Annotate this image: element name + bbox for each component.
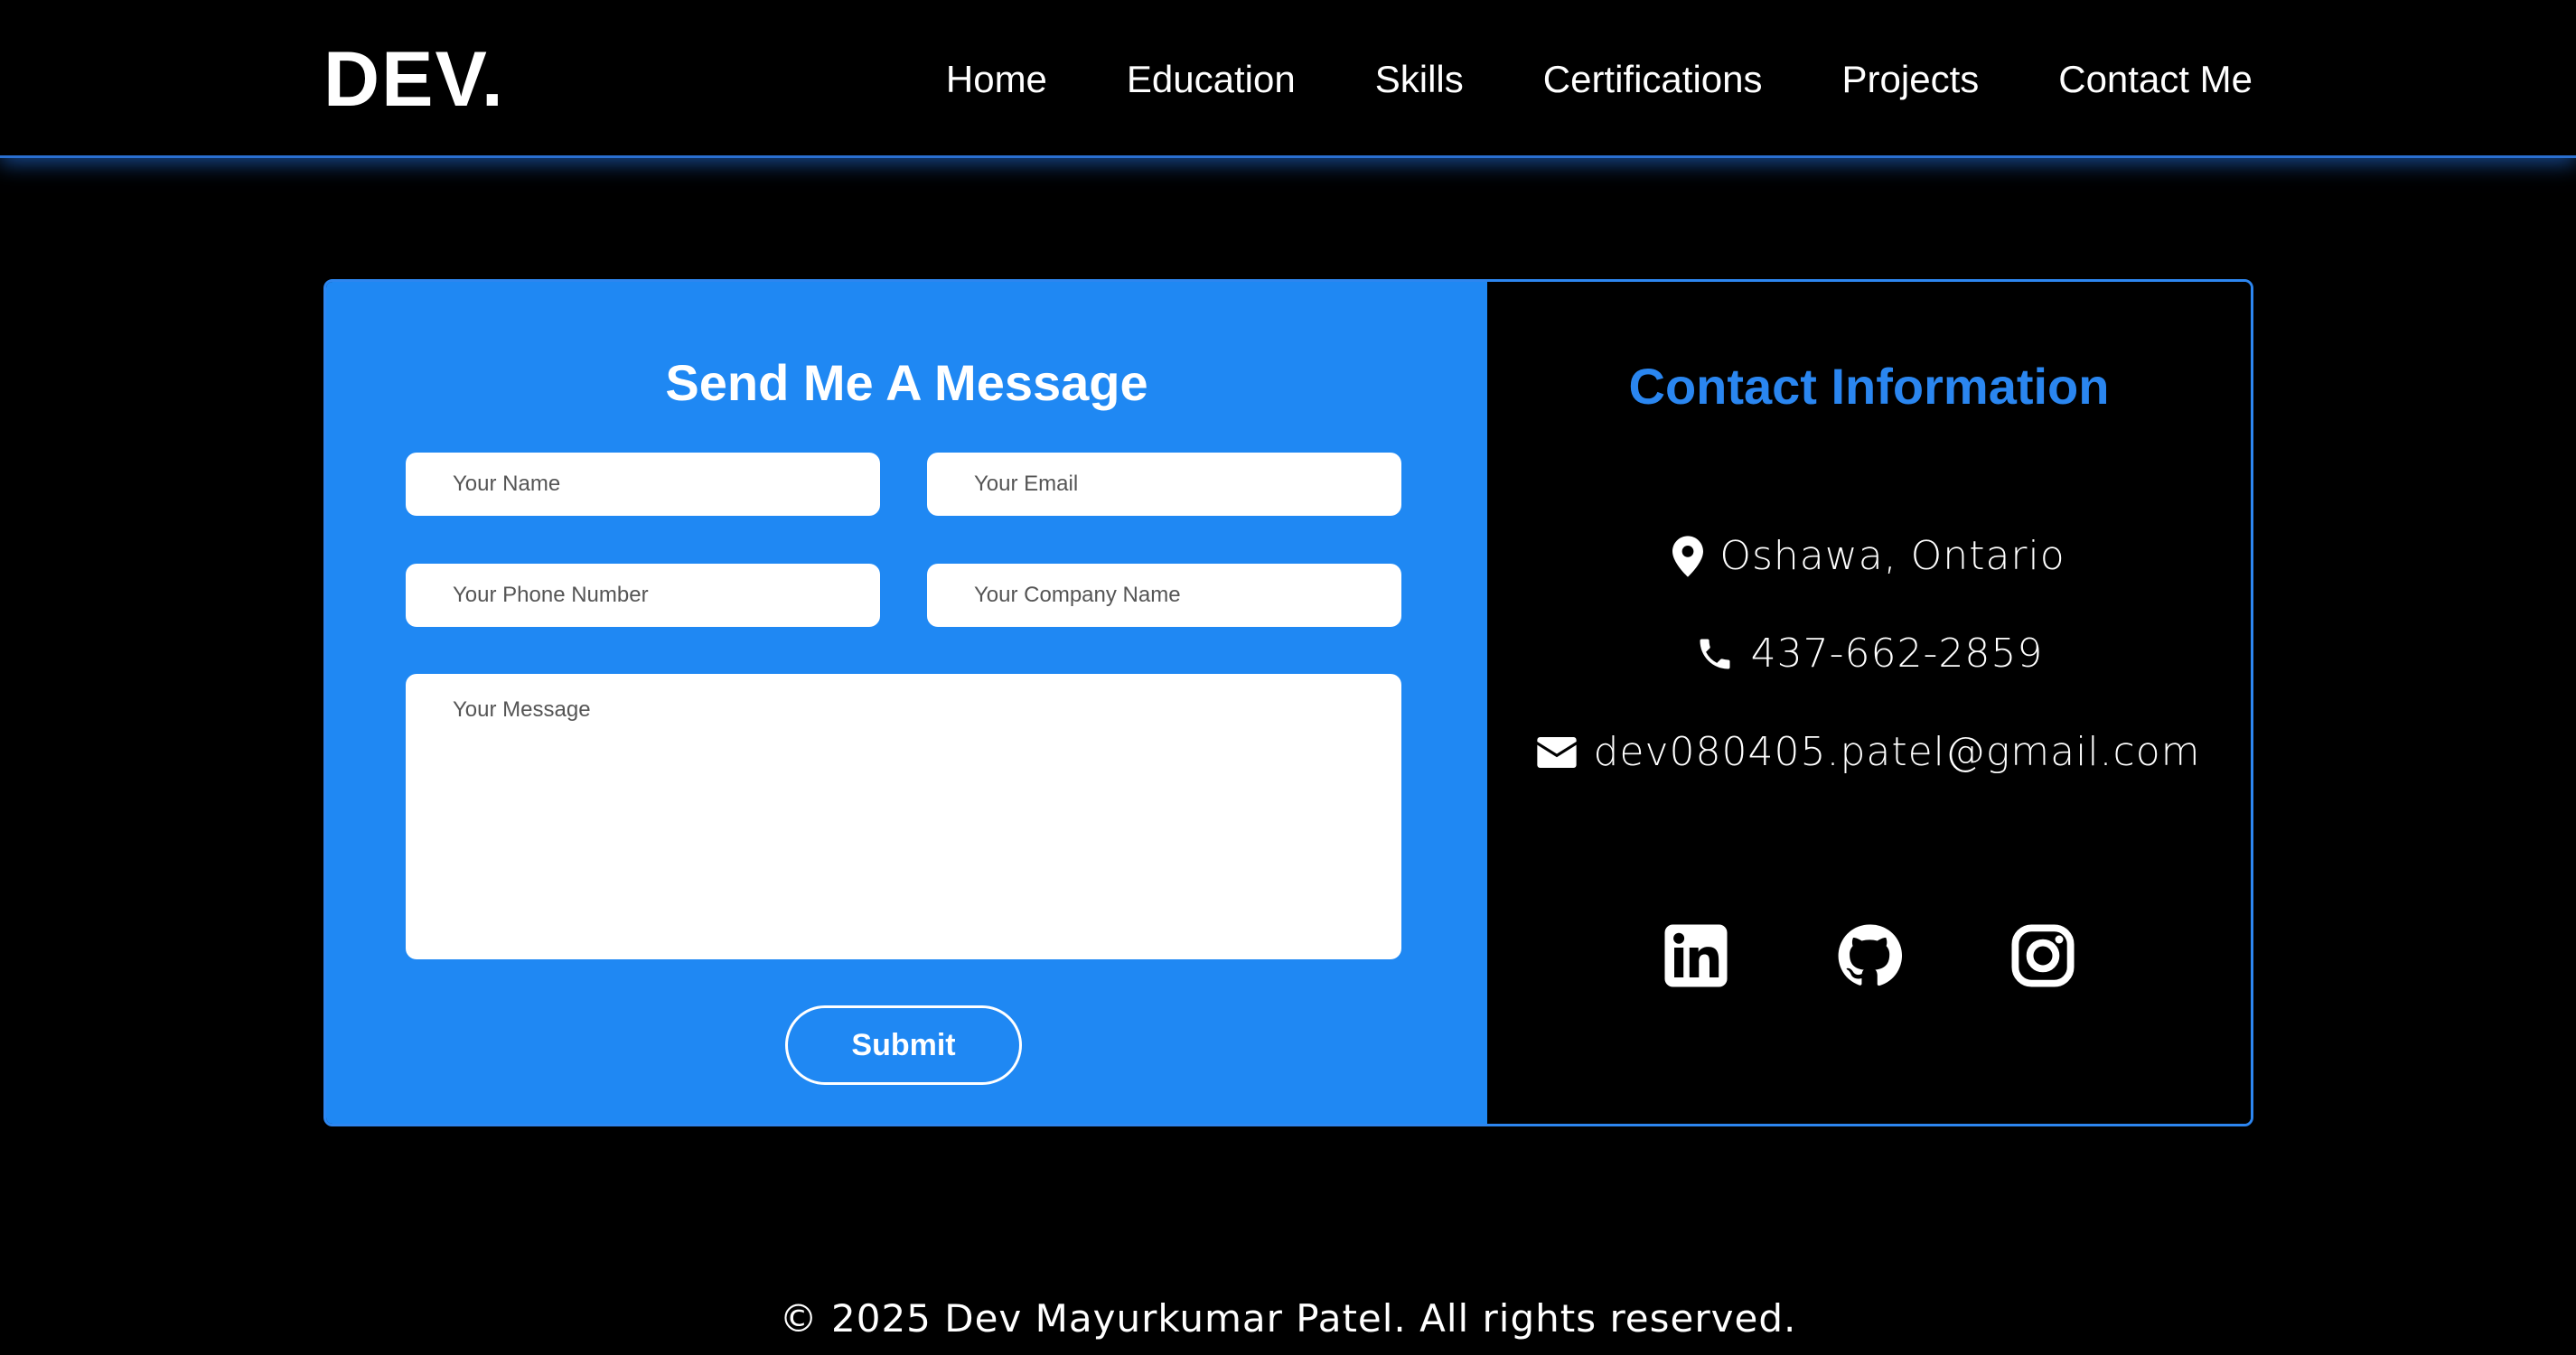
site-header: DEV. Home Education Skills Certification… xyxy=(0,0,2576,158)
nav-contact-me[interactable]: Contact Me xyxy=(2058,52,2253,107)
nav-projects[interactable]: Projects xyxy=(1842,52,1980,107)
phone-input[interactable] xyxy=(406,564,880,627)
map-pin-icon xyxy=(1672,535,1704,577)
site-footer: © 2025 Dev Mayurkumar Patel. All rights … xyxy=(779,1296,1797,1341)
company-input[interactable] xyxy=(927,564,1401,627)
site-logo[interactable]: DEV. xyxy=(323,34,505,125)
name-input[interactable] xyxy=(406,453,880,516)
envelope-icon xyxy=(1537,736,1578,768)
nav-certifications[interactable]: Certifications xyxy=(1543,52,1763,107)
nav-home[interactable]: Home xyxy=(946,52,1047,107)
phone-row: 437-662-2859 xyxy=(1487,631,2251,677)
location-row: Oshawa, Ontario xyxy=(1487,533,2251,579)
nav-skills[interactable]: Skills xyxy=(1375,52,1464,107)
location-text: Oshawa, Ontario xyxy=(1719,533,2065,579)
github-icon[interactable] xyxy=(1837,923,1902,988)
contact-info-panel: Contact Information Oshawa, Ontario 437-… xyxy=(1487,282,2251,1124)
message-form-panel: Send Me A Message Submit xyxy=(326,282,1487,1124)
email-input[interactable] xyxy=(927,453,1401,516)
form-title: Send Me A Message xyxy=(665,354,1148,411)
email-text[interactable]: dev080405.patel@gmail.com xyxy=(1593,729,2200,775)
instagram-icon[interactable] xyxy=(2010,923,2075,988)
linkedin-icon[interactable] xyxy=(1663,923,1728,988)
contact-info-title: Contact Information xyxy=(1628,358,2110,415)
contact-card: Send Me A Message Submit Contact Informa… xyxy=(323,279,2253,1126)
main-nav: Home Education Skills Certifications Pro… xyxy=(946,52,2253,107)
nav-education[interactable]: Education xyxy=(1127,52,1296,107)
phone-text[interactable]: 437-662-2859 xyxy=(1751,631,2044,677)
submit-button[interactable]: Submit xyxy=(785,1005,1022,1085)
social-links xyxy=(1487,923,2251,988)
email-row: dev080405.patel@gmail.com xyxy=(1487,729,2251,775)
phone-icon xyxy=(1700,639,1730,668)
message-textarea[interactable] xyxy=(406,674,1401,959)
